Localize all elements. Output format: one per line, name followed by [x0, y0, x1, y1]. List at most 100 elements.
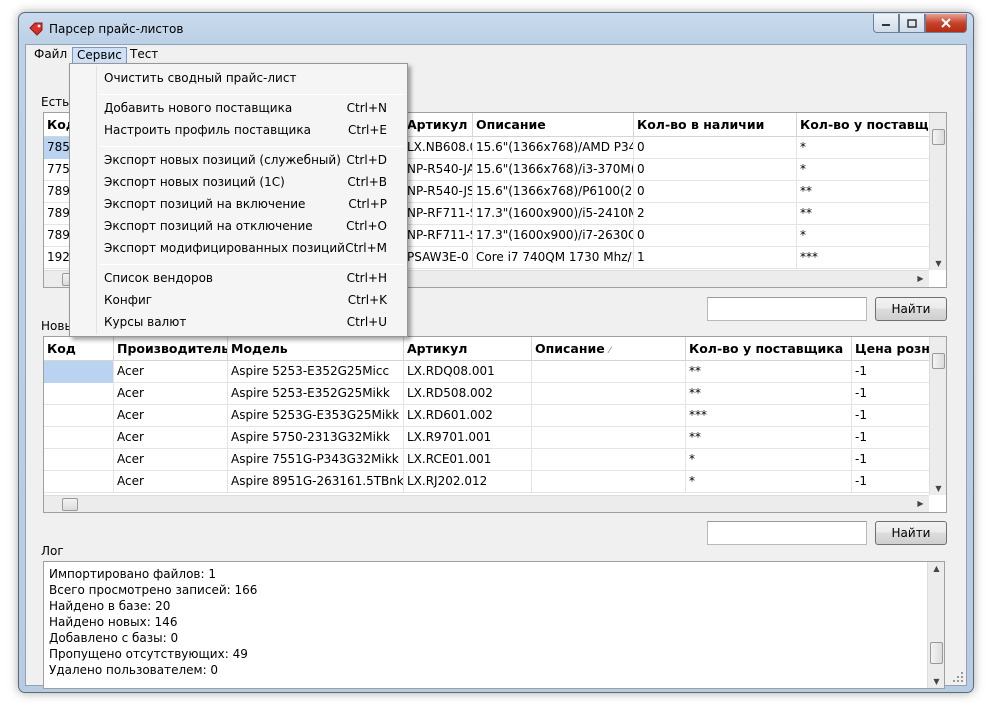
menu-item-export-modified[interactable]: Экспорт модифицированных позиций Ctrl+M [104, 238, 402, 258]
table-cell[interactable]: ** [686, 383, 852, 405]
table-cell[interactable]: * [797, 225, 931, 247]
table-cell[interactable]: Aspire 7551G-P343G32Mikk [228, 449, 404, 471]
menu-item-add-supplier[interactable]: Добавить нового поставщика Ctrl+N [104, 98, 402, 118]
find-button[interactable]: Найти [875, 297, 947, 321]
column-header[interactable]: Описание [473, 113, 634, 137]
column-header[interactable]: Цена розни [852, 337, 932, 361]
table-cell[interactable] [44, 449, 114, 471]
table-cell[interactable]: 0 [634, 159, 797, 181]
column-header[interactable]: Код [44, 337, 114, 361]
menu-item-export-new-service[interactable]: Экспорт новых позиций (служебный) Ctrl+D [104, 150, 402, 170]
table-cell[interactable]: Acer [114, 405, 228, 427]
table-cell[interactable]: ** [797, 203, 931, 225]
table-cell[interactable]: 2 [634, 203, 797, 225]
table-cell[interactable]: -1 [852, 361, 932, 383]
table-cell[interactable]: Acer [114, 449, 228, 471]
table-cell[interactable]: 1 [634, 247, 797, 269]
table-cell[interactable]: 15.6"(1366x768)/P6100(2G [473, 181, 634, 203]
column-header[interactable]: Описание ⁄ [532, 337, 686, 361]
table-cell[interactable]: Core i7 740QM 1730 Mhz/1 [473, 247, 634, 269]
table-cell[interactable]: Aspire 5253-E352G25Mikk [228, 383, 404, 405]
table-cell[interactable] [44, 361, 114, 383]
table-cell[interactable]: NP-RF711-S [404, 203, 473, 225]
table-row[interactable]: Acer Aspire 5750-2313G32Mikk LX.R9701.00… [44, 427, 932, 449]
menu-item-clear-summary[interactable]: Очистить сводный прайс-лист [104, 68, 402, 88]
new-items-table[interactable]: Код Производитель Модель Артикул Описани… [43, 336, 947, 513]
table-cell[interactable]: 17.3"(1600x900)/i5-2410M [473, 203, 634, 225]
table-cell[interactable]: LX.RCE01.001 [404, 449, 532, 471]
column-header[interactable]: Артикул [404, 113, 473, 137]
menu-item-export-disable[interactable]: Экспорт позиций на отключение Ctrl+O [104, 216, 402, 236]
scroll-thumb[interactable] [932, 353, 945, 369]
close-button[interactable] [925, 14, 967, 33]
table-cell[interactable]: LX.R9701.001 [404, 427, 532, 449]
vertical-scrollbar[interactable]: ▲ ▼ [927, 562, 944, 688]
table-cell[interactable] [44, 405, 114, 427]
table-cell[interactable]: 0 [634, 225, 797, 247]
table-cell[interactable]: Acer [114, 471, 228, 493]
table-cell[interactable]: Aspire 8951G-263161.5TBnkk [228, 471, 404, 493]
table-cell[interactable]: NP-RF711-S [404, 225, 473, 247]
table-cell[interactable]: ** [797, 181, 931, 203]
table-cell[interactable]: *** [797, 247, 931, 269]
table-cell[interactable]: -1 [852, 449, 932, 471]
table-cell[interactable] [532, 471, 686, 493]
table-cell[interactable]: NP-R540-JS [404, 181, 473, 203]
scroll-down-icon[interactable]: ▼ [928, 677, 945, 686]
minimize-button[interactable] [873, 14, 899, 33]
table-cell[interactable]: Acer [114, 427, 228, 449]
horizontal-scrollbar[interactable]: ▶ [44, 495, 929, 512]
table-cell[interactable]: Aspire 5253-E352G25Micc [228, 361, 404, 383]
table-cell[interactable]: ** [686, 361, 852, 383]
column-header[interactable]: Кол-во у поставщи [797, 113, 931, 137]
table-cell[interactable]: * [797, 159, 931, 181]
resize-grip-icon[interactable] [952, 671, 964, 683]
table-cell[interactable] [44, 471, 114, 493]
menu-item-export-enable[interactable]: Экспорт позиций на включение Ctrl+P [104, 194, 402, 214]
table-cell[interactable]: Aspire 5750-2313G32Mikk [228, 427, 404, 449]
table-row[interactable]: Acer Aspire 8951G-263161.5TBnkk LX.RJ202… [44, 471, 932, 493]
menu-item-configure-supplier[interactable]: Настроить профиль поставщика Ctrl+E [104, 120, 402, 140]
table-cell[interactable]: ** [686, 427, 852, 449]
table-cell[interactable]: LX.NB608.0 [404, 137, 473, 159]
table-cell[interactable]: LX.RJ202.012 [404, 471, 532, 493]
table-cell[interactable]: Aspire 5253G-E353G25Mikk [228, 405, 404, 427]
table-cell[interactable]: 15.6"(1366x768)/i3-370M(2 [473, 159, 634, 181]
table-cell[interactable]: * [797, 137, 931, 159]
search-input[interactable] [707, 521, 867, 545]
maximize-button[interactable] [899, 14, 925, 33]
table-cell[interactable]: 15.6"(1366x768)/AMD P340 [473, 137, 634, 159]
scroll-thumb[interactable] [932, 129, 945, 145]
table-cell[interactable] [44, 383, 114, 405]
table-cell[interactable]: LX.RDQ08.001 [404, 361, 532, 383]
scroll-up-icon[interactable]: ▲ [928, 564, 945, 573]
scroll-down-icon[interactable]: ▼ [930, 484, 946, 493]
scroll-down-icon[interactable]: ▼ [930, 259, 946, 268]
table-cell[interactable]: -1 [852, 405, 932, 427]
menu-item-currency-rates[interactable]: Курсы валют Ctrl+U [104, 312, 402, 332]
table-cell[interactable]: -1 [852, 427, 932, 449]
table-row[interactable]: Acer Aspire 5253-E352G25Mikk LX.RD508.00… [44, 383, 932, 405]
table-cell[interactable]: -1 [852, 383, 932, 405]
table-cell[interactable] [532, 361, 686, 383]
table-cell[interactable]: Acer [114, 361, 228, 383]
scroll-right-icon[interactable]: ▶ [912, 499, 929, 508]
table-cell[interactable] [532, 383, 686, 405]
menu-test[interactable]: Тест [126, 47, 162, 64]
table-cell[interactable]: PSAW3E-0 [404, 247, 473, 269]
vertical-scrollbar[interactable]: ▼ [929, 337, 946, 495]
table-cell[interactable]: 0 [634, 137, 797, 159]
table-cell[interactable]: LX.RD508.002 [404, 383, 532, 405]
column-header[interactable]: Кол-во у поставщика [686, 337, 852, 361]
table-cell[interactable] [532, 405, 686, 427]
table-cell[interactable]: LX.RD601.002 [404, 405, 532, 427]
table-cell[interactable]: -1 [852, 471, 932, 493]
table-row[interactable]: Acer Aspire 5253-E352G25Micc LX.RDQ08.00… [44, 361, 932, 383]
menu-item-config[interactable]: Конфиг Ctrl+K [104, 290, 402, 310]
table-row[interactable]: Acer Aspire 5253G-E353G25Mikk LX.RD601.0… [44, 405, 932, 427]
menu-item-export-new-1c[interactable]: Экспорт новых позиций (1С) Ctrl+B [104, 172, 402, 192]
menu-service[interactable]: Сервис [72, 47, 127, 64]
scroll-thumb[interactable] [62, 498, 78, 511]
title-bar[interactable]: Парсер прайс-листов [19, 13, 973, 45]
column-header[interactable]: Кол-во в наличии [634, 113, 797, 137]
